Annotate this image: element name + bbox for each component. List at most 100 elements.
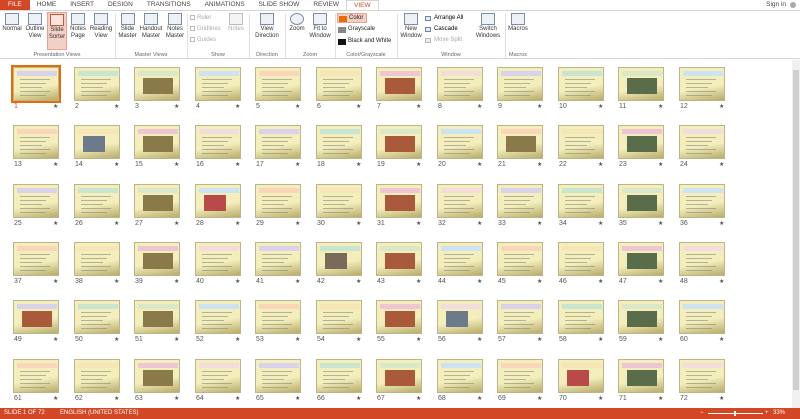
transition-star-icon[interactable]: ★ xyxy=(537,278,542,285)
transition-star-icon[interactable]: ★ xyxy=(114,103,119,110)
transition-star-icon[interactable]: ★ xyxy=(53,336,58,343)
slide-thumbnail[interactable] xyxy=(618,300,664,334)
slide-thumbnail[interactable] xyxy=(134,242,180,276)
slide-thumbnail[interactable] xyxy=(437,300,483,334)
gridlines-checkbox[interactable]: Gridlines xyxy=(190,25,221,33)
transition-star-icon[interactable]: ★ xyxy=(598,103,603,110)
transition-star-icon[interactable]: ★ xyxy=(719,278,724,285)
transition-star-icon[interactable]: ★ xyxy=(598,220,603,227)
slide-thumbnail[interactable] xyxy=(376,359,422,393)
transition-star-icon[interactable]: ★ xyxy=(658,161,663,168)
transition-star-icon[interactable]: ★ xyxy=(114,278,119,285)
outline-view-button[interactable]: Outline View xyxy=(24,13,46,40)
transition-star-icon[interactable]: ★ xyxy=(295,278,300,285)
transition-star-icon[interactable]: ★ xyxy=(53,220,58,227)
transition-star-icon[interactable]: ★ xyxy=(598,278,603,285)
slide-thumbnail[interactable] xyxy=(255,242,301,276)
slide-thumbnail[interactable] xyxy=(558,67,604,101)
vertical-scrollbar[interactable] xyxy=(792,60,800,408)
transition-star-icon[interactable]: ★ xyxy=(235,395,240,402)
transition-star-icon[interactable]: ★ xyxy=(719,161,724,168)
transition-star-icon[interactable]: ★ xyxy=(416,220,421,227)
zoom-in-button[interactable]: + xyxy=(765,408,769,419)
transition-star-icon[interactable]: ★ xyxy=(235,220,240,227)
new-window-button[interactable]: New Window xyxy=(399,13,423,40)
transition-star-icon[interactable]: ★ xyxy=(235,336,240,343)
slide-thumbnail[interactable] xyxy=(74,125,120,159)
transition-star-icon[interactable]: ★ xyxy=(598,395,603,402)
transition-star-icon[interactable]: ★ xyxy=(114,395,119,402)
slide-thumbnail[interactable] xyxy=(195,184,241,218)
transition-star-icon[interactable]: ★ xyxy=(174,336,179,343)
slide-thumbnail[interactable] xyxy=(134,184,180,218)
handout-master-button[interactable]: Handout Master xyxy=(139,13,163,40)
transition-star-icon[interactable]: ★ xyxy=(53,395,58,402)
slide-thumbnail[interactable] xyxy=(558,184,604,218)
slide-thumbnail[interactable] xyxy=(316,125,362,159)
tab-slide-show[interactable]: SLIDE SHOW xyxy=(252,0,307,10)
transition-star-icon[interactable]: ★ xyxy=(598,161,603,168)
slide-thumbnail[interactable] xyxy=(195,359,241,393)
transition-star-icon[interactable]: ★ xyxy=(537,220,542,227)
transition-star-icon[interactable]: ★ xyxy=(416,161,421,168)
slide-thumbnail[interactable] xyxy=(74,67,120,101)
slide-thumbnail[interactable] xyxy=(497,242,543,276)
slide-thumbnail[interactable] xyxy=(558,242,604,276)
slide-thumbnail[interactable] xyxy=(497,67,543,101)
zoom-button[interactable]: Zoom xyxy=(287,13,307,33)
transition-star-icon[interactable]: ★ xyxy=(719,395,724,402)
arrange-all-button[interactable]: Arrange All xyxy=(425,14,463,23)
slide-thumbnail[interactable] xyxy=(497,184,543,218)
transition-star-icon[interactable]: ★ xyxy=(235,103,240,110)
slide-thumbnail[interactable] xyxy=(74,359,120,393)
tab-home[interactable]: HOME xyxy=(30,0,64,10)
transition-star-icon[interactable]: ★ xyxy=(53,103,58,110)
slide-thumbnail[interactable] xyxy=(13,125,59,159)
slide-thumbnail[interactable] xyxy=(497,359,543,393)
transition-star-icon[interactable]: ★ xyxy=(356,220,361,227)
transition-star-icon[interactable]: ★ xyxy=(295,336,300,343)
slide-thumbnail[interactable] xyxy=(376,184,422,218)
transition-star-icon[interactable]: ★ xyxy=(416,336,421,343)
slide-thumbnail[interactable] xyxy=(618,67,664,101)
transition-star-icon[interactable]: ★ xyxy=(537,336,542,343)
slide-thumbnail[interactable] xyxy=(134,67,180,101)
slide-thumbnail[interactable] xyxy=(679,359,725,393)
transition-star-icon[interactable]: ★ xyxy=(174,395,179,402)
sign-in-link[interactable]: Sign in xyxy=(766,0,786,10)
slide-thumbnail[interactable] xyxy=(497,125,543,159)
tab-transitions[interactable]: TRANSITIONS xyxy=(140,0,198,10)
slide-sorter-button[interactable]: Slide Sorter xyxy=(47,12,67,50)
slide-thumbnail[interactable] xyxy=(618,125,664,159)
language-status[interactable]: ENGLISH (UNITED STATES) xyxy=(60,408,138,419)
scrollbar-thumb[interactable] xyxy=(793,70,799,390)
slide-thumbnail[interactable] xyxy=(255,300,301,334)
slide-thumbnail[interactable] xyxy=(497,300,543,334)
transition-star-icon[interactable]: ★ xyxy=(235,161,240,168)
slide-thumbnail[interactable] xyxy=(74,184,120,218)
slide-thumbnail[interactable] xyxy=(679,125,725,159)
slide-thumbnail[interactable] xyxy=(618,359,664,393)
transition-star-icon[interactable]: ★ xyxy=(356,278,361,285)
reading-view-button[interactable]: Reading View xyxy=(89,13,113,40)
transition-star-icon[interactable]: ★ xyxy=(53,278,58,285)
slide-thumbnail[interactable] xyxy=(316,300,362,334)
slide-thumbnail[interactable] xyxy=(255,125,301,159)
transition-star-icon[interactable]: ★ xyxy=(477,278,482,285)
slide-thumbnail[interactable] xyxy=(11,65,61,103)
transition-star-icon[interactable]: ★ xyxy=(53,161,58,168)
slide-thumbnail[interactable] xyxy=(195,300,241,334)
slide-thumbnail[interactable] xyxy=(195,67,241,101)
slide-thumbnail[interactable] xyxy=(134,300,180,334)
slide-thumbnail[interactable] xyxy=(679,67,725,101)
slide-thumbnail[interactable] xyxy=(558,359,604,393)
transition-star-icon[interactable]: ★ xyxy=(537,103,542,110)
transition-star-icon[interactable]: ★ xyxy=(295,103,300,110)
zoom-out-button[interactable]: − xyxy=(700,408,704,419)
slide-thumbnail[interactable] xyxy=(195,125,241,159)
slide-thumbnail[interactable] xyxy=(13,300,59,334)
notes-master-button[interactable]: Notes Master xyxy=(164,13,186,40)
slide-thumbnail[interactable] xyxy=(618,242,664,276)
tab-animations[interactable]: ANIMATIONS xyxy=(198,0,252,10)
zoom-slider-handle[interactable] xyxy=(734,411,736,416)
